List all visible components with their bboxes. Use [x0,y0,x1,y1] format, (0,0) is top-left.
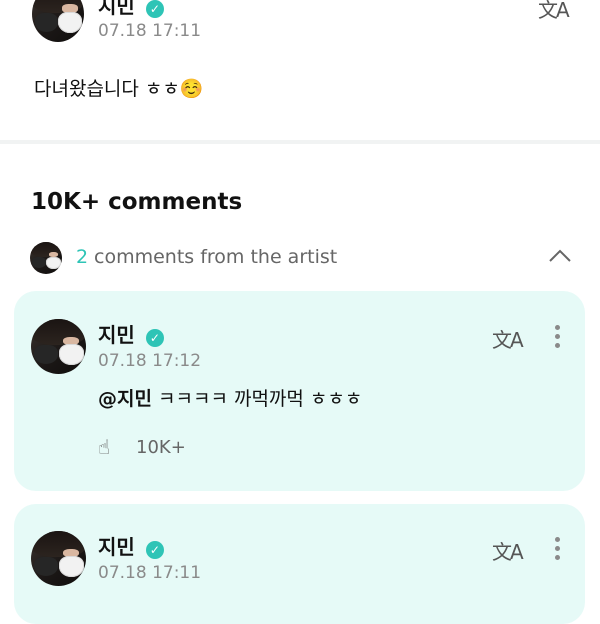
artist-comment-card: 지민 ✓ 07.18 17:12 文A @지민 ㅋㅋㅋㅋ 까먹까먹 ㅎㅎㅎ ☝︎… [14,291,585,491]
comment-body: ㅋㅋㅋㅋ 까먹까먹 ㅎㅎㅎ [151,388,363,410]
comment-timestamp: 07.18 17:12 [98,351,202,371]
comment-text: @지민 ㅋㅋㅋㅋ 까먹까먹 ㅎㅎㅎ [98,384,362,411]
artist-avatar-small [30,242,62,274]
chevron-up-icon[interactable] [548,248,572,264]
post-author-row: 지민 ✓ [98,0,164,19]
artist-comment-card: 지민 ✓ 07.18 17:11 文A [14,504,585,624]
translate-icon[interactable]: 文A [492,536,524,565]
comment-author-row: 지민 ✓ [98,531,164,560]
post-author-avatar[interactable] [32,0,84,42]
verified-badge-icon: ✓ [145,0,164,18]
artist-comments-toggle[interactable]: 2 comments from the artist [30,240,600,276]
more-options-icon[interactable] [555,325,561,352]
verified-badge-icon: ✓ [145,328,164,347]
section-divider [0,140,600,144]
post-author-name[interactable]: 지민 [98,0,135,18]
translate-icon[interactable]: 文A [538,0,570,23]
artist-comments-label: comments from the artist [94,246,338,268]
comment-author-name[interactable]: 지민 [98,535,135,559]
verified-badge-icon: ✓ [145,540,164,559]
like-hand-icon: ☝︎ [98,435,111,459]
comment-author-avatar[interactable] [31,319,86,374]
comment-author-name[interactable]: 지민 [98,323,135,347]
comment-author-avatar[interactable] [31,531,86,586]
more-options-icon[interactable] [555,537,561,564]
post-body: 다녀왔습니다 ㅎㅎ☺️ [34,78,204,100]
artist-comment-count: 2 [76,246,89,268]
comment-mention[interactable]: @지민 [98,388,152,410]
comments-count-title: 10K+ comments [31,189,243,215]
post-timestamp: 07.18 17:11 [98,21,202,41]
comment-author-row: 지민 ✓ [98,319,164,348]
comment-timestamp: 07.18 17:11 [98,563,202,583]
like-count: 10K+ [136,437,186,458]
translate-icon[interactable]: 文A [492,324,524,353]
